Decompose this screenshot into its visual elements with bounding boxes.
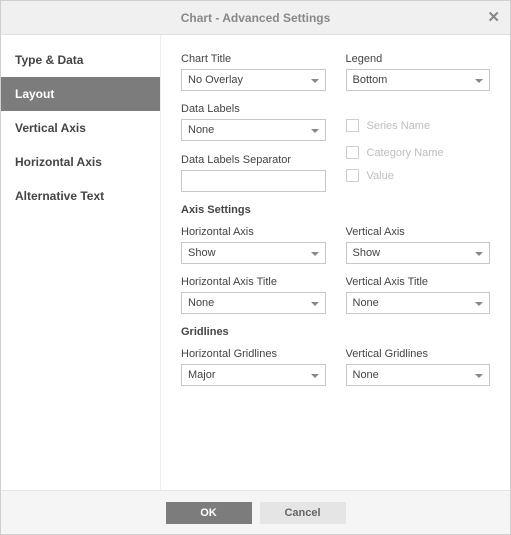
vertical-axis-title-value: None (353, 297, 379, 309)
category-name-checkbox-label: Category Name (367, 147, 444, 159)
vertical-axis-value: Show (353, 247, 381, 259)
value-checkbox-label: Value (367, 170, 394, 182)
cancel-button-label: Cancel (284, 507, 320, 519)
data-labels-separator-input[interactable] (181, 170, 326, 192)
horizontal-gridlines-select[interactable]: Major (181, 364, 326, 386)
sidebar-item-label: Horizontal Axis (15, 155, 102, 169)
sidebar-item-label: Alternative Text (15, 189, 104, 203)
sidebar-item-horizontal-axis[interactable]: Horizontal Axis (1, 145, 160, 179)
horizontal-axis-title-value: None (188, 297, 214, 309)
data-labels-select[interactable]: None (181, 119, 326, 141)
gridlines-heading: Gridlines (181, 326, 490, 338)
vertical-axis-title-label: Vertical Axis Title (346, 276, 491, 288)
settings-sidebar: Type & Data Layout Vertical Axis Horizon… (1, 35, 161, 490)
sidebar-item-alternative-text[interactable]: Alternative Text (1, 179, 160, 213)
data-labels-separator-label: Data Labels Separator (181, 154, 326, 166)
horizontal-axis-title-label: Horizontal Axis Title (181, 276, 326, 288)
dialog-title: Chart - Advanced Settings (181, 11, 331, 25)
data-labels-value: None (188, 124, 214, 136)
sidebar-item-label: Layout (15, 87, 54, 101)
value-checkbox[interactable] (346, 169, 359, 182)
vertical-gridlines-value: None (353, 369, 379, 381)
vertical-axis-title-select[interactable]: None (346, 292, 491, 314)
chart-title-value: No Overlay (188, 74, 243, 86)
axis-settings-heading: Axis Settings (181, 204, 490, 216)
horizontal-gridlines-label: Horizontal Gridlines (181, 348, 326, 360)
sidebar-item-layout[interactable]: Layout (1, 77, 160, 111)
sidebar-item-vertical-axis[interactable]: Vertical Axis (1, 111, 160, 145)
chart-title-label: Chart Title (181, 53, 326, 65)
ok-button-label: OK (200, 507, 217, 519)
data-labels-label: Data Labels (181, 103, 326, 115)
dialog-body: Type & Data Layout Vertical Axis Horizon… (1, 35, 510, 490)
horizontal-axis-value: Show (188, 247, 216, 259)
dialog-titlebar: Chart - Advanced Settings ✕ (1, 1, 510, 35)
horizontal-axis-select[interactable]: Show (181, 242, 326, 264)
vertical-gridlines-select[interactable]: None (346, 364, 491, 386)
horizontal-gridlines-value: Major (188, 369, 216, 381)
category-name-checkbox[interactable] (346, 146, 359, 159)
horizontal-axis-label: Horizontal Axis (181, 226, 326, 238)
chart-advanced-settings-dialog: Chart - Advanced Settings ✕ Type & Data … (0, 0, 511, 535)
ok-button[interactable]: OK (166, 502, 252, 524)
sidebar-item-type-and-data[interactable]: Type & Data (1, 43, 160, 77)
series-name-checkbox[interactable] (346, 119, 359, 132)
sidebar-item-label: Vertical Axis (15, 121, 86, 135)
chart-title-select[interactable]: No Overlay (181, 69, 326, 91)
series-name-checkbox-label: Series Name (367, 120, 431, 132)
legend-select[interactable]: Bottom (346, 69, 491, 91)
layout-panel: Chart Title No Overlay Legend Bottom Dat… (161, 35, 510, 490)
close-icon[interactable]: ✕ (487, 10, 500, 25)
legend-label: Legend (346, 53, 491, 65)
vertical-axis-select[interactable]: Show (346, 242, 491, 264)
legend-value: Bottom (353, 74, 388, 86)
cancel-button[interactable]: Cancel (260, 502, 346, 524)
horizontal-axis-title-select[interactable]: None (181, 292, 326, 314)
vertical-gridlines-label: Vertical Gridlines (346, 348, 491, 360)
dialog-footer: OK Cancel (1, 490, 510, 534)
vertical-axis-label: Vertical Axis (346, 226, 491, 238)
sidebar-item-label: Type & Data (15, 53, 83, 67)
